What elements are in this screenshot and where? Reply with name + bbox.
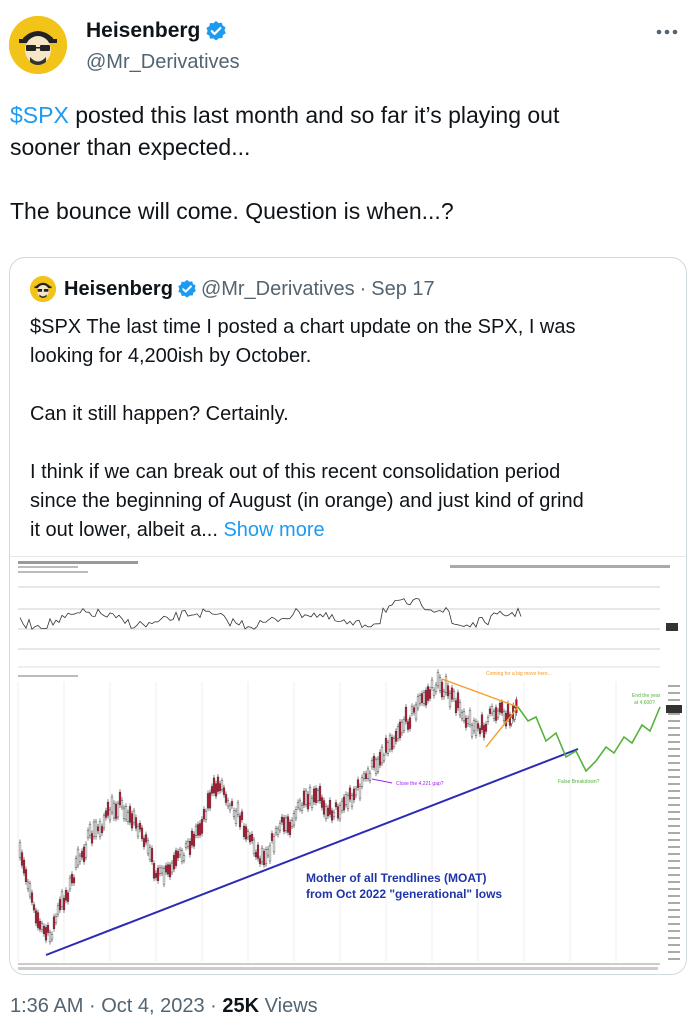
quoted-date[interactable]: Sep 17 <box>371 278 434 301</box>
author-avatar[interactable] <box>9 16 67 74</box>
author-display-name[interactable]: Heisenberg <box>86 19 200 43</box>
quoted-line-4: I think if we can break out of this rece… <box>30 461 561 483</box>
moat-annotation-2: from Oct 2022 "generational" lows <box>306 887 502 901</box>
quoted-chart-image[interactable]: Mother of all Trendlines (MOAT) from Oct… <box>10 556 686 974</box>
separator-dot: · <box>88 995 96 1017</box>
green-annotation-3: at 4,600? <box>634 700 655 706</box>
tweet-time[interactable]: 1:36 AM <box>10 995 83 1017</box>
views-label: Views <box>259 995 318 1017</box>
purple-annotation: Close the 4,221 gap? <box>396 781 444 787</box>
more-options-icon[interactable] <box>650 22 684 42</box>
quoted-line-5: since the beginning of August (in orange… <box>30 490 584 512</box>
quoted-display-name: Heisenberg <box>64 277 173 300</box>
verified-badge-icon <box>206 21 227 41</box>
separator-dot: · <box>210 995 217 1017</box>
tweet-line-1: posted this last month and so far it’s p… <box>68 102 560 128</box>
heisenberg-avatar-icon <box>30 276 56 302</box>
cashtag-link[interactable]: $SPX <box>10 102 69 128</box>
views-count[interactable]: 25K <box>222 995 259 1017</box>
author-name-row: Heisenberg <box>86 19 227 43</box>
spx-chart: Mother of all Trendlines (MOAT) from Oct… <box>17 561 682 970</box>
quoted-tweet-text: $SPX The last time I posted a chart upda… <box>30 313 670 545</box>
tweet-meta: 1:36 AM · Oct 4, 2023 · 25K Views <box>10 995 318 1018</box>
quoted-line-1: $SPX The last time I posted a chart upda… <box>30 316 576 338</box>
quoted-line-2: looking for 4,200ish by October. <box>30 345 312 367</box>
quoted-author-avatar <box>30 276 56 302</box>
tweet-text: $SPX posted this last month and so far i… <box>10 99 690 227</box>
quoted-line-3: Can it still happen? Certainly. <box>30 403 289 425</box>
heisenberg-avatar-icon <box>9 16 67 74</box>
separator-dot: · <box>359 277 367 300</box>
quoted-tweet-card[interactable]: Heisenberg @Mr_Derivatives · Sep 17 $SPX… <box>9 257 687 975</box>
green-annotation-2: End the year <box>632 693 661 699</box>
verified-badge-icon <box>178 279 196 298</box>
show-more-link[interactable]: Show more <box>223 519 324 541</box>
tweet-date[interactable]: Oct 4, 2023 <box>101 995 204 1017</box>
quoted-line-6: it out lower, albeit a... <box>30 519 218 541</box>
moat-annotation-1: Mother of all Trendlines (MOAT) <box>306 871 486 885</box>
green-annotation-1: False Breakdown? <box>558 779 600 785</box>
tweet-line-3: The bounce will come. Question is when..… <box>10 198 454 224</box>
orange-annotation: Coming for a big move here... <box>486 671 552 677</box>
author-handle[interactable]: @Mr_Derivatives <box>86 51 240 74</box>
quoted-handle: @Mr_Derivatives <box>200 277 355 300</box>
quoted-tweet-header: Heisenberg @Mr_Derivatives · Sep 17 <box>30 276 435 302</box>
tweet-line-2: sooner than expected... <box>10 134 251 160</box>
